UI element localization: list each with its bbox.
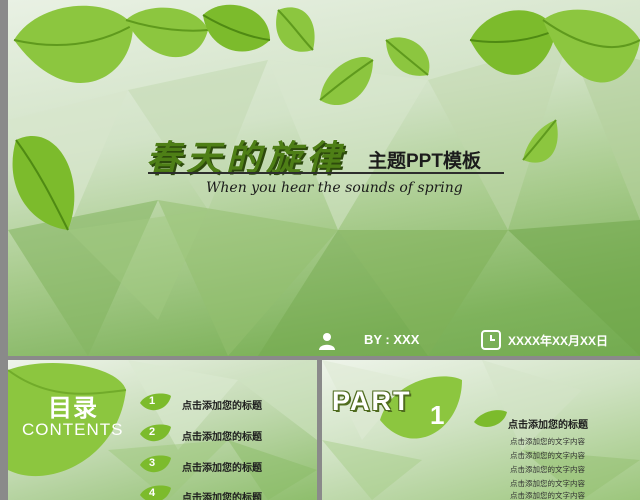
part-text-line: 点击添加您的文字内容 xyxy=(510,465,585,474)
part-text-line: 点击添加您的文字内容 xyxy=(510,451,585,460)
date-label: XXXX年XX月XX日 xyxy=(508,334,609,348)
leaf-icon-top-mid xyxy=(125,7,209,58)
toc-label: 点击添加您的标题 xyxy=(182,401,262,412)
toc-number: 4 xyxy=(149,487,156,499)
toc-number: 2 xyxy=(149,426,156,438)
toc-label: 点击添加您的标题 xyxy=(182,493,262,500)
leaf-decorations xyxy=(380,376,507,439)
leaf-icon-top-left xyxy=(13,5,134,83)
leaf-icon-right-small xyxy=(385,37,430,76)
page-subtitle: 主题PPT模板 xyxy=(368,151,481,172)
leaf-icon-top-center xyxy=(202,4,271,52)
part-heading: 点击添加您的标题 xyxy=(508,420,588,431)
tagline: When you hear the sounds of spring xyxy=(206,180,463,196)
contents-subtitle: CONTENTS xyxy=(22,420,124,439)
leaf-icon-top-center-2 xyxy=(276,7,315,52)
author-label: BY : XXX xyxy=(364,332,420,347)
part-slide-thumbnail[interactable]: PART 1 点击添加您的标题 点击添加您的文字内容 点击添加您的文字内容 点击… xyxy=(322,360,640,500)
clock-icon xyxy=(481,330,501,350)
leaf-icon-far-right xyxy=(542,9,640,83)
leaf-icon-center xyxy=(319,56,374,106)
toc-label: 点击添加您的标题 xyxy=(182,432,262,443)
toc-label: 点击添加您的标题 xyxy=(182,463,262,474)
title-underline xyxy=(148,172,504,174)
title-slide[interactable]: 春天的旋律 主题PPT模板 When you hear the sounds o… xyxy=(8,0,640,356)
part-title: PART xyxy=(332,386,412,416)
contents-title: 目录 xyxy=(48,395,98,422)
part-number: 1 xyxy=(430,400,445,430)
part-text-line: 点击添加您的文字内容 xyxy=(510,437,585,446)
person-icon xyxy=(319,333,335,350)
toc-number: 3 xyxy=(149,457,156,469)
contents-slide-thumbnail[interactable]: 目录 CONTENTS 1 点击添加您的标题 2 点击添加您的标题 3 点击添加… xyxy=(8,360,317,500)
part-text-line: 点击添加您的文字内容 xyxy=(510,491,585,500)
leaf-icon-right-mid xyxy=(522,119,558,163)
leaf-icon-small xyxy=(474,410,507,427)
part-text-line: 点击添加您的文字内容 xyxy=(510,479,585,488)
leaf-icon-left-mid xyxy=(12,136,75,231)
toc-number: 1 xyxy=(149,395,156,407)
